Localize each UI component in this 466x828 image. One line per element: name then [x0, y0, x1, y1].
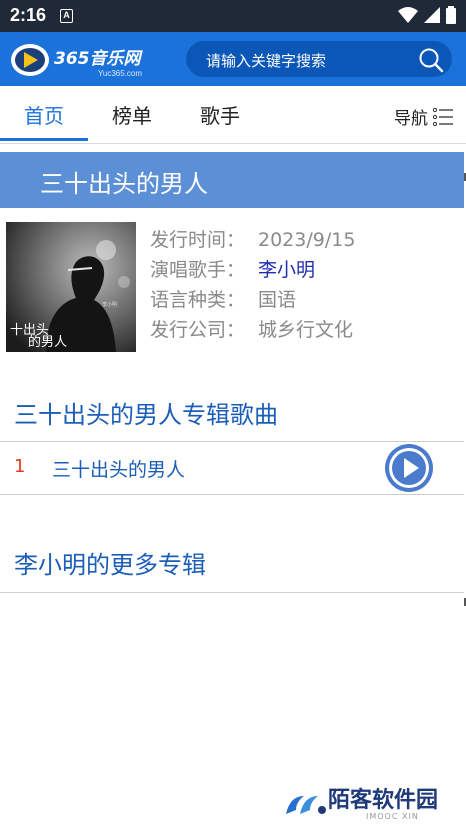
watermark: 陌客软件园 IMOOC XIN	[282, 778, 466, 828]
status-time: 2:16	[10, 5, 47, 25]
search-bar[interactable]: 请输入关键字搜索	[186, 41, 452, 77]
info-release-date: 发行时间： 2023/9/15	[150, 225, 355, 255]
nav-menu-button[interactable]: 导航	[394, 104, 454, 129]
album-songs-heading: 三十出头的男人专辑歌曲	[14, 401, 278, 429]
tab-home[interactable]: 首页	[24, 100, 64, 129]
info-value: 国语	[258, 289, 297, 311]
info-value: 2023/9/15	[258, 229, 356, 251]
notification-icon: A	[60, 9, 73, 23]
nav-label: 导航	[394, 109, 428, 129]
divider	[0, 592, 464, 593]
watermark-text: 陌客软件园	[328, 787, 439, 813]
singer-link[interactable]: 李小明	[258, 259, 315, 281]
system-icons	[398, 6, 456, 24]
info-value: 城乡行文化	[258, 319, 354, 341]
song-row[interactable]: 1 三十出头的男人	[0, 442, 464, 494]
album-cover: 十出头 的男人 李小明	[6, 222, 136, 352]
info-label: 演唱歌手：	[150, 259, 246, 281]
status-bar: 2:16 A	[0, 0, 466, 32]
song-number: 1	[14, 456, 26, 477]
cover-artist-name: 李小明	[102, 301, 117, 308]
main-tabs: 首页 榜单 歌手 导航	[0, 86, 466, 144]
info-singer: 演唱歌手： 李小明	[150, 255, 355, 285]
logo-subtitle: Yuc365.com	[98, 69, 142, 78]
app-header: 365音乐网 Yuc365.com 请输入关键字搜索	[0, 32, 466, 86]
more-albums-heading[interactable]: 李小明的更多专辑	[14, 545, 206, 580]
play-button[interactable]	[385, 444, 433, 492]
play-icon	[389, 448, 429, 488]
tab-charts[interactable]: 榜单	[112, 100, 152, 129]
cellular-signal-icon	[424, 7, 440, 23]
info-label: 语言种类：	[150, 289, 246, 311]
watermark-subtext: IMOOC XIN	[366, 812, 419, 821]
site-logo[interactable]: 365音乐网 Yuc365.com	[10, 40, 155, 80]
info-label: 发行公司：	[150, 319, 246, 341]
watermark-logo	[286, 796, 326, 814]
app-page: 2:16 A 365音乐网 Yuc365.com 请输入关键字搜索 首页 榜单 …	[0, 0, 466, 828]
wifi-icon	[398, 7, 418, 23]
divider	[0, 494, 464, 495]
menu-list-icon	[432, 107, 453, 126]
logo-title: 365音乐网	[54, 49, 143, 69]
cover-title-line2: 的男人	[28, 334, 67, 350]
active-tab-indicator	[0, 138, 88, 141]
song-name[interactable]: 三十出头的男人	[52, 455, 185, 482]
album-title: 三十出头的男人	[40, 170, 208, 198]
info-language: 语言种类： 国语	[150, 285, 355, 315]
battery-icon	[446, 6, 456, 24]
info-label: 发行时间：	[150, 229, 246, 251]
search-icon[interactable]	[418, 47, 444, 73]
search-placeholder: 请输入关键字搜索	[206, 52, 327, 70]
album-cover-art: 十出头 的男人 李小明	[6, 222, 136, 352]
info-company: 发行公司： 城乡行文化	[150, 315, 355, 345]
tab-singers[interactable]: 歌手	[200, 100, 240, 129]
album-info: 发行时间： 2023/9/15 演唱歌手： 李小明 语言种类： 国语 发行公司： 城乡行…	[150, 225, 355, 345]
album-title-bar: 三十出头的男人	[0, 152, 464, 208]
